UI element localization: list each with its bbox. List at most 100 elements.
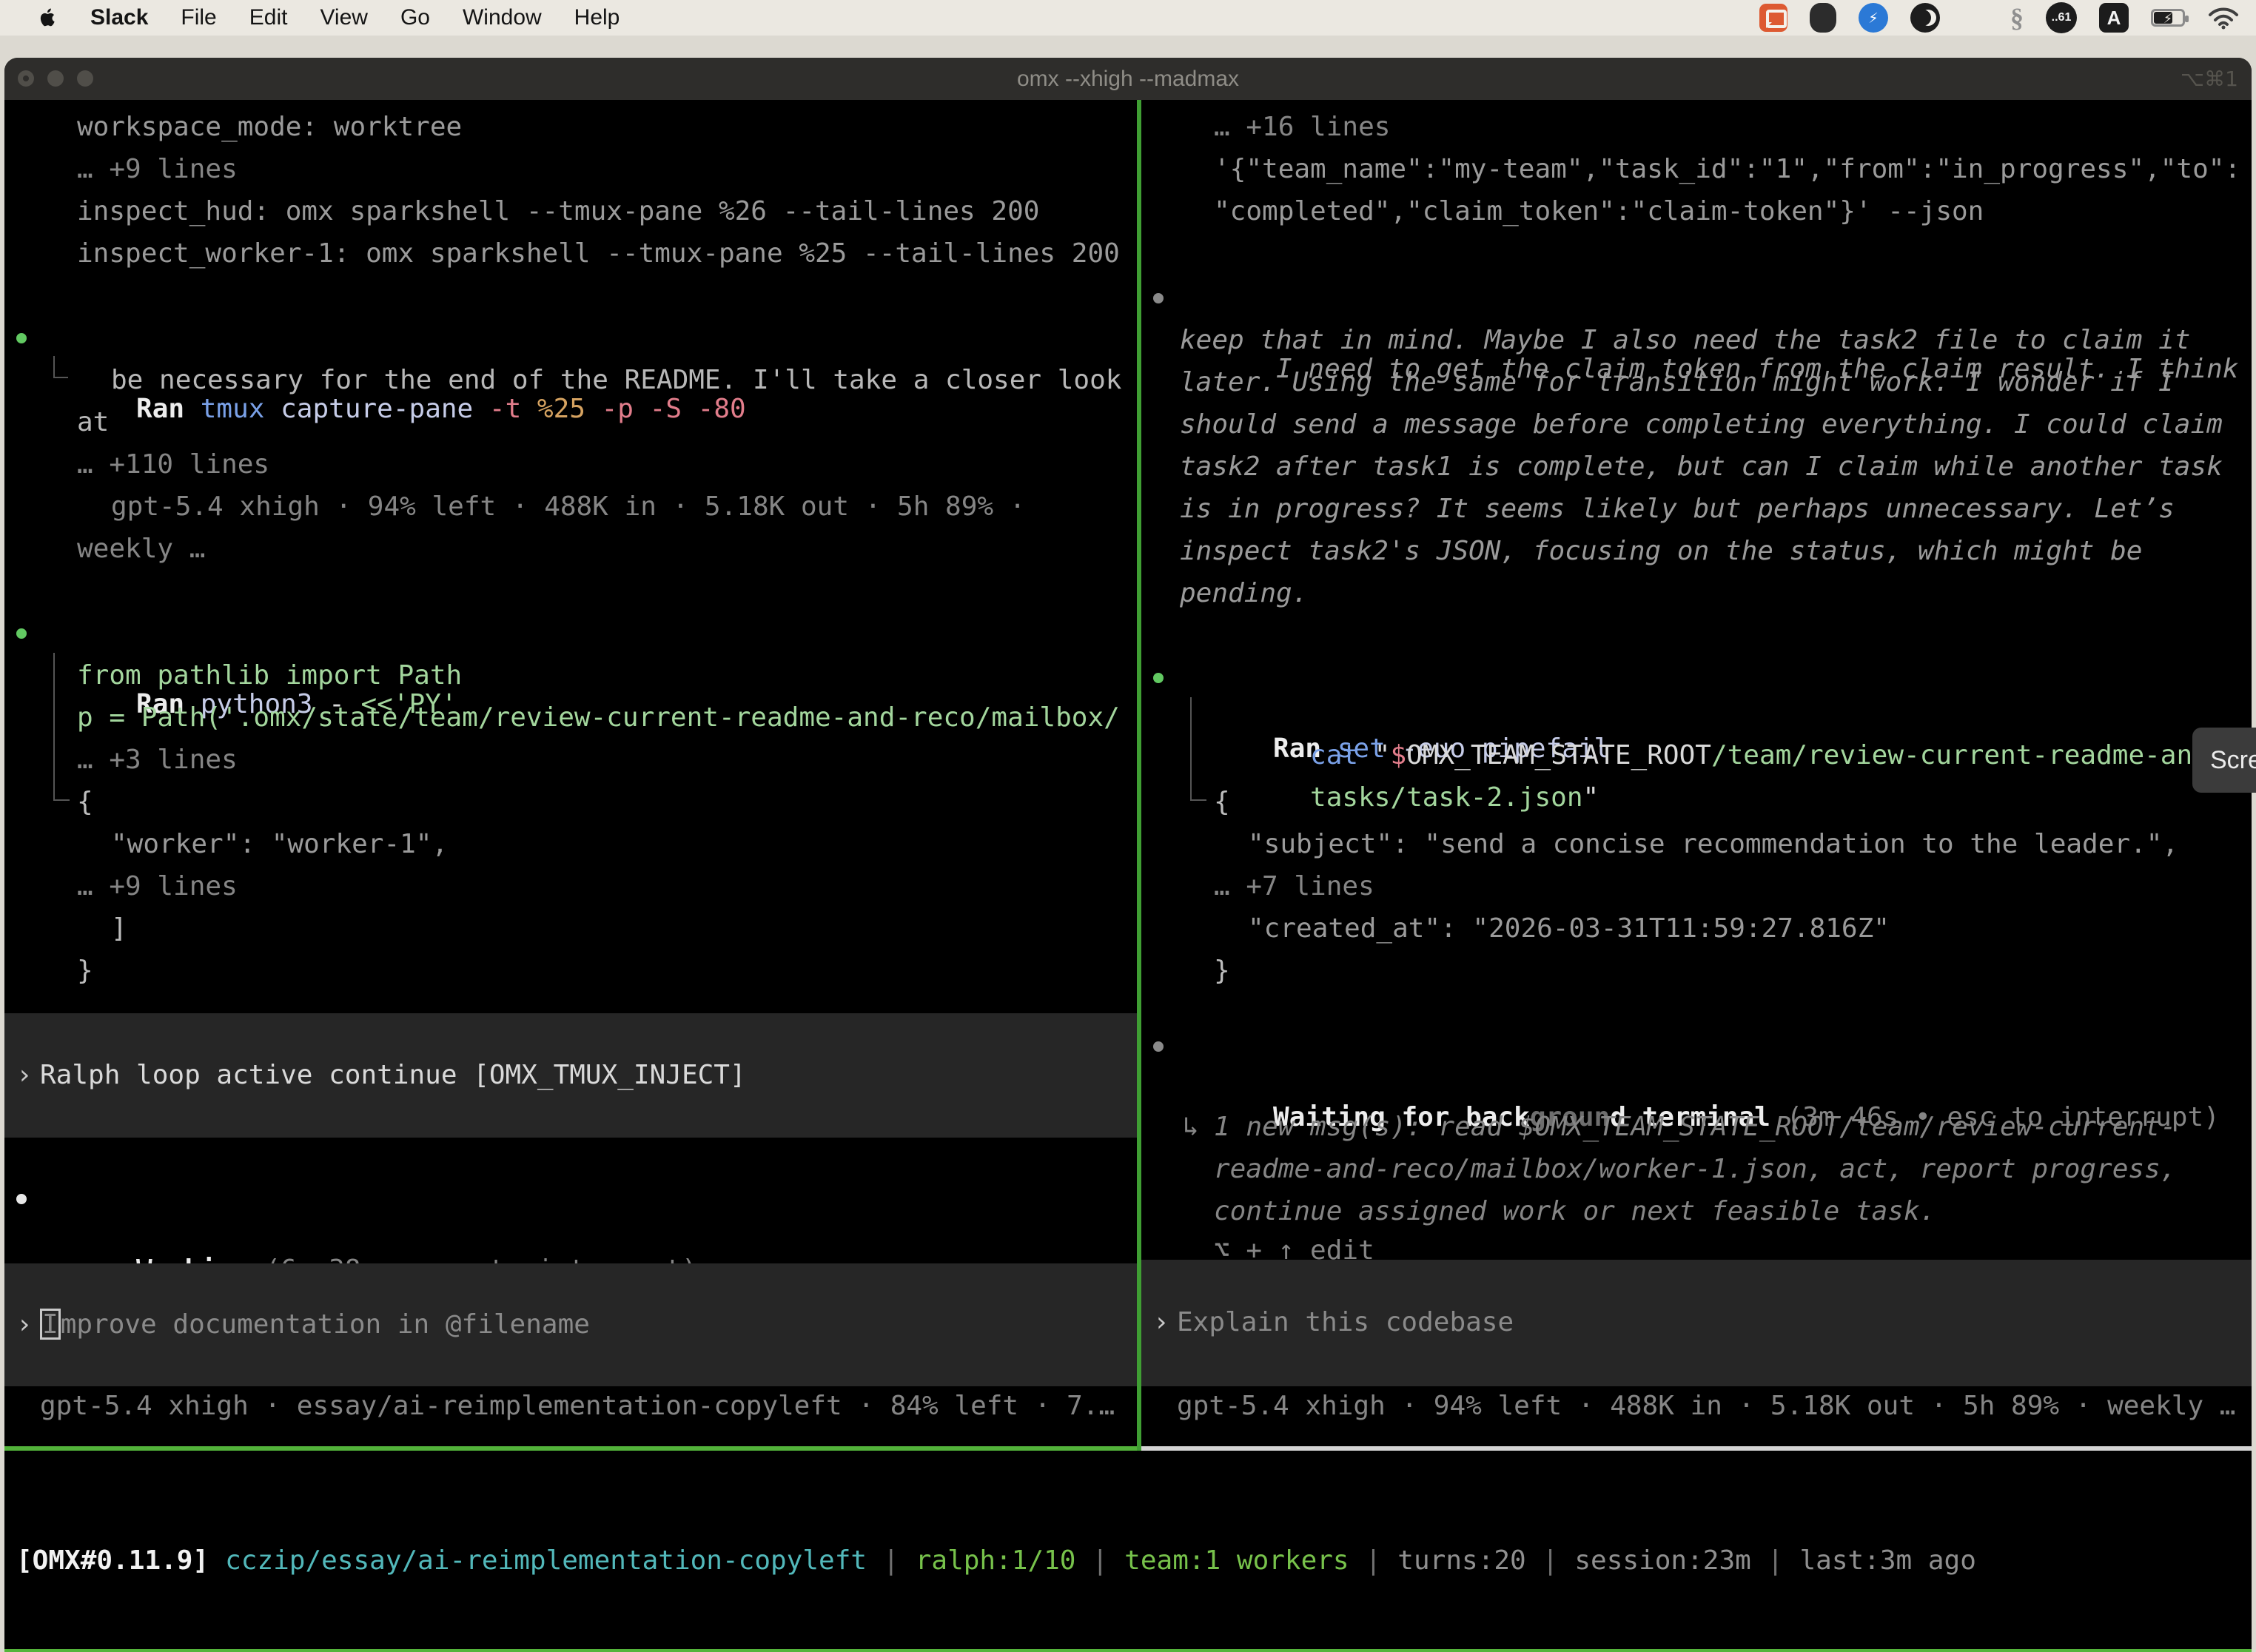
menu-item-help[interactable]: Help: [574, 5, 620, 30]
agent-thought: should send a message before completing …: [1180, 407, 2223, 443]
bolt-circle-icon[interactable]: ⚡: [1859, 3, 1888, 33]
crescent-icon[interactable]: [1910, 3, 1940, 33]
prompt-placeholder: Improve documentation in @filename: [40, 1307, 590, 1343]
grid-shield-icon[interactable]: [1810, 3, 1836, 33]
waiting-status: Waiting for background terminal (3m 46s …: [1177, 1029, 2220, 1064]
json-output: "created_at": "2026-03-31T11:59:27.816Z": [1248, 911, 1890, 947]
prompt-input-right[interactable]: › Explain this codebase: [1141, 1260, 2252, 1386]
json-output: }: [1214, 953, 1230, 989]
terminal-window: omx --xhigh --madmax ⌥⌘1 workspace_mode:…: [4, 58, 2252, 1652]
working-status: Working (6m 38s • esc to interrupt): [40, 1181, 698, 1217]
collapsed-lines-indicator: … +3 lines: [77, 742, 238, 778]
command-line: cat "$OMX_TEAM_STATE_ROOT/team/review-cu…: [1214, 702, 2252, 738]
badge-61-icon[interactable]: ..61: [2046, 2, 2077, 33]
ran-command-set: Ran set -euo pipefail: [1177, 660, 1610, 696]
right-pane-border: [1141, 1446, 2252, 1451]
prompt-chevron-icon: ›: [1153, 1305, 1169, 1340]
menu-item-window[interactable]: Window: [463, 5, 542, 30]
menu-item-edit[interactable]: Edit: [249, 5, 288, 30]
json-output: ]: [111, 911, 127, 947]
agent-thought: is in progress? It seems likely but perh…: [1180, 491, 2175, 527]
menu-item-view[interactable]: View: [320, 5, 367, 30]
omx-session: session:23m: [1574, 1543, 1750, 1579]
json-output: }: [77, 953, 93, 989]
json-output: {: [1214, 785, 1230, 820]
terminal-line: inspect_hud: omx sparkshell --tmux-pane …: [77, 194, 1039, 229]
collapsed-lines-indicator: … +7 lines: [1214, 869, 1374, 904]
tree-connector: [53, 799, 70, 801]
separator: |: [883, 1543, 899, 1579]
bullet-green-icon: [1153, 673, 1164, 683]
chat-app-icon[interactable]: [1759, 4, 1787, 32]
code-line: p = Path('.omx/state/team/review-current…: [77, 700, 1120, 736]
separator: |: [1767, 1543, 1784, 1579]
tree-connector: [53, 356, 55, 378]
apple-logo-icon[interactable]: [38, 7, 58, 29]
dot-grid-icon[interactable]: [1962, 5, 1988, 31]
agent-thought: pending.: [1180, 576, 1308, 611]
menu-app-name[interactable]: Slack: [90, 5, 148, 30]
json-output: "subject": "send a concise recommendatio…: [1248, 827, 2178, 862]
menu-item-go[interactable]: Go: [400, 5, 430, 30]
code-line: from pathlib import Path: [77, 658, 462, 694]
bullet-green-icon: [16, 333, 27, 343]
tmux-status-bar: [omx-cczip0:bash* "MacBook-Pro-44.local"…: [4, 1649, 2252, 1652]
agent-thought: later. Using the same for transition mig…: [1180, 365, 2175, 400]
collapsed-lines-indicator: … +9 lines: [77, 869, 238, 904]
omx-version: [OMX#0.11.9]: [16, 1543, 209, 1579]
tree-connector: [1190, 799, 1206, 801]
terminal-line: '{"team_name":"my-team","task_id":"1","f…: [1214, 152, 2240, 187]
bullet-grey-icon: [1153, 293, 1164, 303]
ralph-loop-text: Ralph loop active continue [OMX_TMUX_INJ…: [40, 1058, 746, 1093]
prompt-input-left[interactable]: › Improve documentation in @filename: [4, 1263, 1137, 1386]
right-pane: … +16 lines '{"team_name":"my-team","tas…: [1141, 100, 2252, 1451]
terminal-line: inspect_worker-1: omx sparkshell --tmux-…: [77, 236, 1120, 272]
pane-separator: [1137, 100, 1141, 1451]
section-icon[interactable]: §: [2010, 2, 2024, 33]
tree-connector: [53, 377, 68, 378]
agent-thought: I need to get the claim token from the c…: [1180, 281, 2252, 316]
prompt-placeholder: Explain this codebase: [1177, 1305, 1514, 1340]
command-output: at: [77, 405, 109, 440]
letter-a-icon[interactable]: A: [2099, 3, 2129, 33]
menu-bar: Slack File Edit View Go Window Help ⚡ § …: [0, 0, 2256, 36]
wifi-icon[interactable]: [2207, 6, 2240, 30]
tree-connector: [53, 653, 55, 801]
terminal-line: workspace_mode: worktree: [77, 110, 462, 145]
status-line-left: gpt-5.4 xhigh · essay/ai-reimplementatio…: [40, 1389, 1115, 1424]
agent-thought: inspect task2's JSON, focusing on the st…: [1180, 534, 2142, 569]
command-output: gpt-5.4 xhigh · 94% left · 488K in · 5.1…: [111, 489, 1025, 525]
window-shortcut: ⌥⌘1: [2181, 58, 2238, 100]
tree-connector: [1190, 697, 1192, 801]
omx-last-activity: last:3m ago: [1799, 1543, 1975, 1579]
omx-status-bar: [OMX#0.11.9] cczip/essay/ai-reimplementa…: [16, 1543, 1976, 1579]
omx-turns: turns:20: [1397, 1543, 1525, 1579]
chevron-icon: ›: [16, 1058, 33, 1093]
omx-project: cczip/essay/ai-reimplementation-copyleft: [225, 1543, 867, 1579]
status-line-right: gpt-5.4 xhigh · 94% left · 488K in · 5.1…: [1177, 1389, 2235, 1424]
omx-team-workers: team:1 workers: [1124, 1543, 1349, 1579]
left-pane: workspace_mode: worktree … +9 lines insp…: [4, 100, 1137, 1451]
separator: |: [1366, 1543, 1382, 1579]
window-titlebar: omx --xhigh --madmax ⌥⌘1: [4, 58, 2252, 100]
screen-tooltip: Scre: [2192, 728, 2256, 793]
bullet-grey-icon: [1153, 1041, 1164, 1052]
agent-thought: keep that in mind. Maybe I also need the…: [1180, 323, 2190, 358]
separator: |: [1092, 1543, 1108, 1579]
mailbox-message: readme-and-reco/mailbox/worker-1.json, a…: [1214, 1152, 2176, 1187]
ralph-loop-banner: › Ralph loop active continue [OMX_TMUX_I…: [4, 1013, 1137, 1138]
command-output: weekly …: [77, 531, 205, 567]
separator: |: [1542, 1543, 1559, 1579]
ran-command-python: Ran python3 - <<'PY': [40, 616, 457, 651]
collapsed-lines-indicator: … +16 lines: [1214, 110, 1390, 145]
agent-thought: task2 after task1 is complete, but can I…: [1180, 449, 2223, 485]
omx-ralph-counter: ralph:1/10: [916, 1543, 1076, 1579]
command-line: tasks/task-2.json": [1214, 745, 1599, 780]
collapsed-lines-indicator: … +110 lines: [77, 447, 269, 483]
json-output: "worker": "worker-1",: [111, 827, 448, 862]
battery-icon[interactable]: ⚡: [2151, 9, 2185, 27]
menu-item-file[interactable]: File: [181, 5, 216, 30]
window-title: omx --xhigh --madmax: [4, 58, 2252, 100]
bullet-white-icon: [16, 1194, 27, 1204]
mailbox-message: 1 new msg(s): read $OMX_TEAM_STATE_ROOT/…: [1214, 1109, 2176, 1145]
